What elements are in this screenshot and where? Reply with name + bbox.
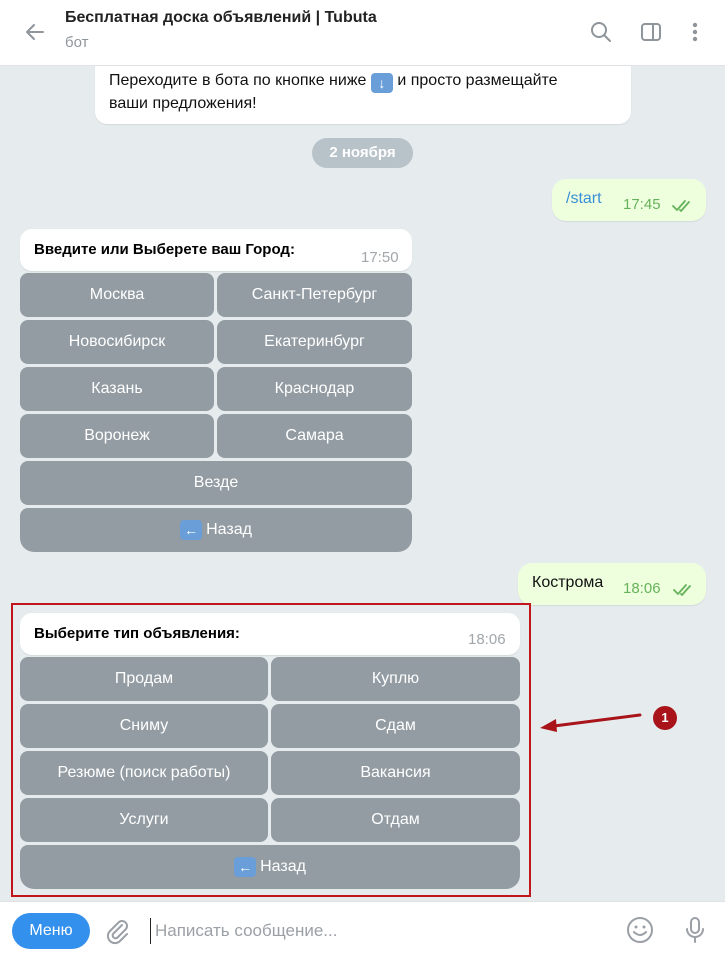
date-separator: 2 ноября — [312, 138, 413, 168]
left-arrow-emoji-icon: ← — [180, 520, 203, 540]
city-button-krasnodar[interactable]: Краснодар — [217, 367, 412, 411]
chat-subtitle: бот — [65, 34, 89, 51]
intro-line2: ваши предложения! — [109, 95, 257, 112]
intro-line1-end: и просто размещайте — [397, 72, 558, 89]
microphone-icon[interactable] — [680, 915, 710, 945]
city-button-voronezh[interactable]: Воронеж — [20, 414, 214, 458]
outgoing-message-start: /start 17:45 — [552, 179, 706, 221]
chat-title[interactable]: Бесплатная доска объявлений | Tubuta — [65, 9, 377, 27]
attach-paperclip-icon[interactable] — [103, 916, 133, 946]
search-icon[interactable] — [587, 18, 615, 46]
city-button-samara[interactable]: Самара — [217, 414, 412, 458]
down-arrow-emoji-icon: ↓ — [370, 73, 393, 93]
start-command-link[interactable]: /start — [566, 190, 602, 208]
message-input[interactable] — [150, 918, 590, 944]
read-checkmarks-icon — [673, 584, 691, 596]
annotation-marker: 1 — [653, 706, 677, 730]
city-button-ekaterinburg[interactable]: Екатеринбург — [217, 320, 412, 364]
back-arrow-icon[interactable] — [20, 18, 50, 46]
city-button-moscow[interactable]: Москва — [20, 273, 214, 317]
more-options-icon[interactable] — [681, 18, 709, 46]
city-button-spb[interactable]: Санкт-Петербург — [217, 273, 412, 317]
city-prompt-text: Введите или Выберете ваш Город: — [34, 241, 295, 258]
outgoing-text: Кострома — [532, 574, 604, 591]
city-back-button[interactable]: ← Назад — [20, 508, 412, 552]
message-time: 17:45 — [623, 196, 661, 213]
message-time: 18:06 — [623, 580, 661, 597]
message-time: 17:50 — [361, 249, 399, 266]
annotation-arrow-icon — [540, 713, 642, 732]
outgoing-message-city: Кострома 18:06 — [518, 563, 706, 605]
message-bubble-city: Введите или Выберете ваш Город: 17:50 — [20, 229, 412, 271]
emoji-smile-icon[interactable] — [625, 915, 655, 945]
intro-line1-start: Переходите в бота по кнопке ниже — [109, 72, 367, 89]
chat-header: Бесплатная доска объявлений | Tubuta бот — [0, 0, 725, 66]
read-checkmarks-icon — [672, 200, 690, 212]
city-button-novosibirsk[interactable]: Новосибирск — [20, 320, 214, 364]
message-list[interactable]: Переходите в бота по кнопке ниже ↓ и про… — [0, 66, 725, 901]
menu-button[interactable]: Меню — [12, 913, 90, 949]
city-button-everywhere[interactable]: Везде — [20, 461, 412, 505]
message-composer: Меню — [0, 901, 725, 957]
sidebar-toggle-icon[interactable] — [637, 18, 665, 46]
message-bubble-intro: Переходите в бота по кнопке ниже ↓ и про… — [95, 66, 631, 124]
highlight-box — [11, 603, 531, 897]
city-back-label: Назад — [206, 521, 252, 538]
intro-text: Переходите в бота по кнопке ниже ↓ и про… — [109, 70, 558, 115]
city-button-kazan[interactable]: Казань — [20, 367, 214, 411]
